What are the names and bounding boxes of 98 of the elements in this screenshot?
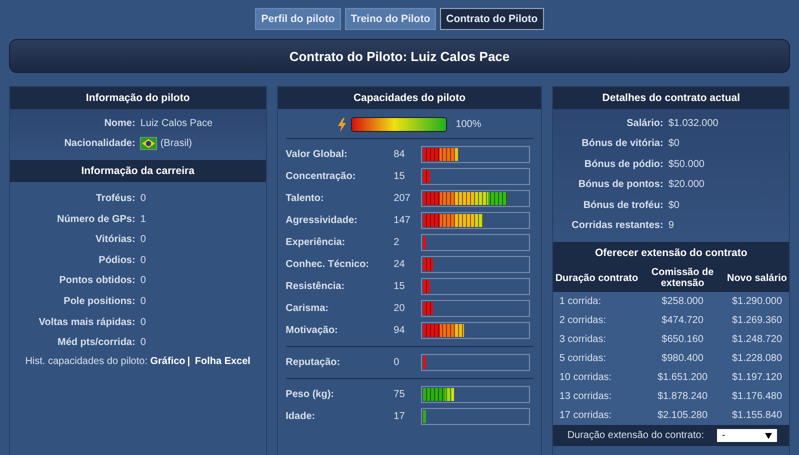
ability-label: Idade: [286,410,316,422]
ability-label: Resistência: [286,280,346,292]
field-value: 1 [140,214,146,225]
field-label: Nacionalidade: [63,138,136,150]
page-title: Contrato do Piloto: Luiz Calos Pace [289,48,510,64]
panel-header: Informação do piloto [10,87,266,109]
separator: | [187,356,190,367]
table-cell: 3 corridas: [553,330,640,349]
table-cell: $1.290.000 [724,292,789,311]
ability-label: Peso (kg): [286,388,335,400]
table-cell: 13 corridas: [553,387,640,406]
ability-label: Reputação: [286,356,342,368]
field-label: Bónus de pódio: [583,158,664,170]
energy-reading: 100% [456,119,482,130]
field-label: Nome: [103,118,136,129]
table-cell: $1.176.480 [724,387,789,406]
ability-value: 15 [394,280,406,292]
panel-header: Oferecer extensão do contrato [553,242,789,264]
duration-label: Duração extensão do contrato: [567,430,704,441]
field-value: $1.032.000 [668,118,718,129]
field-label: Pódios: [98,254,136,266]
field-label: Troféus: [94,192,136,204]
field-label: Número de GPs: [56,214,136,225]
field-value: (Brasil) [160,138,192,150]
table-cell: $2.105.280 [640,406,725,425]
table-cell: $258.000 [640,292,725,311]
field-value: $20.000 [668,179,704,190]
ability-value: 24 [394,258,406,270]
ability-label: Motivação: [286,324,339,336]
field-value: 0 [140,275,146,286]
field-label: Salário: [626,118,664,129]
lightning-icon [338,118,346,132]
history-link[interactable]: Gráfico [150,356,186,367]
field-value: 0 [140,316,146,328]
field-label: Pole positions: [62,296,136,307]
field-label: Bónus de troféu: [582,200,664,211]
table-cell: $650.160 [640,330,725,349]
field-value: $50.000 [668,158,704,170]
table-cell: $1.878.240 [640,387,725,406]
field-value: $0 [668,138,680,150]
tab[interactable]: Perfil do piloto [255,8,341,30]
ability-value: 75 [394,388,406,400]
ability-label: Valor Global: [286,148,348,160]
table-cell: $474.720 [640,311,725,330]
field-value: Luiz Calos Pace [140,118,213,129]
column-header: Duração contrato [553,264,640,292]
table-cell: 10 corridas: [553,368,640,387]
ability-value: 0 [394,356,400,368]
ability-value: 17 [394,410,406,422]
dropdown-arrow-icon [765,432,772,438]
panel-header: Informação da carreira [10,160,266,182]
ability-value: 94 [394,324,406,336]
field-label: Pontos obtidos: [58,275,136,286]
ability-label: Carisma: [286,302,330,314]
ability-value: 84 [394,148,406,160]
ability-label: Concentração: [286,170,357,182]
field-value: 0 [140,254,146,266]
field-value: 0 [140,296,146,307]
field-label: Bónus de pontos: [577,179,664,190]
table-cell: 1 corrida: [553,292,640,311]
ability-label: Agressividade: [286,214,358,226]
history-link[interactable]: Folha Excel [194,356,250,367]
field-value: 0 [140,234,146,246]
table-cell: $1.651.200 [640,368,725,387]
field-value: $0 [668,200,680,211]
column-header: Novo salário [724,264,789,292]
field-label: Voltas mais rápidas: [38,316,136,328]
tab[interactable]: Contrato do Piloto [440,8,544,30]
field-value: 0 [140,192,146,204]
history-label: Hist. capacidades do piloto: [25,356,148,367]
column-header: Comissão de extensão [640,264,725,292]
ability-value: 20 [394,302,406,314]
field-label: Vitórias: [94,234,136,246]
table-cell: $1.228.080 [724,349,789,368]
panel-header: Capacidades do piloto [278,87,542,109]
ability-label: Talento: [286,192,325,204]
field-value: 9 [668,220,674,232]
table-cell: 17 corridas: [553,406,640,425]
table-cell: $1.248.720 [724,330,789,349]
field-label: Corridas restantes: [570,220,664,232]
table-cell: $1.197.120 [724,368,789,387]
ability-value: 207 [394,192,412,204]
field-value: 0 [140,337,146,348]
tab[interactable]: Treino do Piloto [344,8,436,30]
duration-select[interactable]: - [717,429,777,442]
field-label: Méd pts/corrida: [56,337,136,348]
table-cell: 5 corridas: [553,349,640,368]
ability-value: 147 [394,214,412,226]
table-cell: 2 corridas: [553,311,640,330]
ability-value: 2 [394,236,400,248]
ability-label: Conhec. Técnico: [286,258,370,270]
ability-label: Experiência: [286,236,346,248]
panel-header: Detalhes do contrato actual [553,87,789,109]
table-cell: $980.400 [640,349,725,368]
field-label: Bónus de vitória: [580,138,664,150]
table-cell: $1.155.840 [724,406,789,425]
ability-value: 15 [394,170,406,182]
table-cell: $1.269.360 [724,311,789,330]
